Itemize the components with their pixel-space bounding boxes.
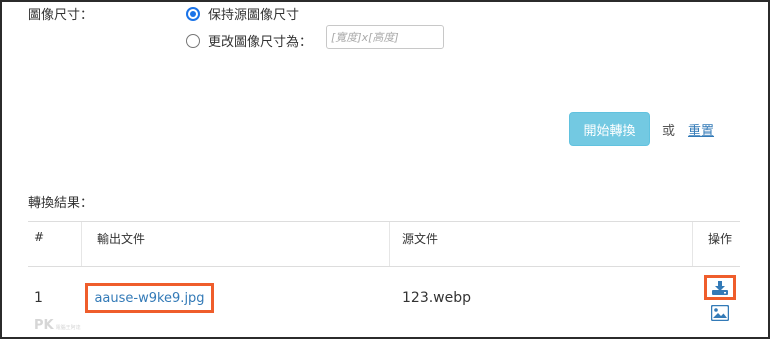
column-header-actions: 操作 [708,232,733,246]
results-label: 轉換結果： [28,196,94,211]
output-file-link[interactable]: aause-w9ke9.jpg [94,291,204,306]
column-divider [81,222,82,266]
image-icon[interactable] [711,305,729,321]
table-top-divider [28,221,740,222]
download-highlight [704,275,736,300]
or-text: 或 [662,124,676,139]
column-header-source: 源文件 [402,232,439,246]
column-divider [692,222,693,266]
change-size-option[interactable]: 更改圖像尺寸為： [186,31,312,50]
row-index: 1 [34,290,43,306]
download-icon[interactable] [712,280,728,295]
output-file-highlight: aause-w9ke9.jpg [85,283,214,313]
start-convert-button[interactable]: 開始轉換 [569,112,650,146]
table-header-divider [28,266,740,267]
watermark-logo: PK 電腦王阿達 [34,318,81,333]
size-input[interactable] [326,25,444,49]
keep-size-label: 保持源圖像尺寸 [208,8,300,23]
source-file-name: 123.webp [402,290,472,306]
change-size-label: 更改圖像尺寸為： [208,35,313,50]
keep-size-option[interactable]: 保持源圖像尺寸 [186,4,299,23]
column-header-index: # [34,230,45,244]
radio-keep-size[interactable] [186,6,200,21]
column-divider [389,222,390,266]
watermark-small-text: 電腦王阿達 [55,325,81,331]
radio-change-size[interactable] [186,33,200,48]
column-header-output: 輸出文件 [97,232,146,246]
watermark-text: PK [34,318,54,333]
reset-link[interactable]: 重置 [688,120,714,139]
image-size-label: 圖像尺寸： [28,8,94,23]
